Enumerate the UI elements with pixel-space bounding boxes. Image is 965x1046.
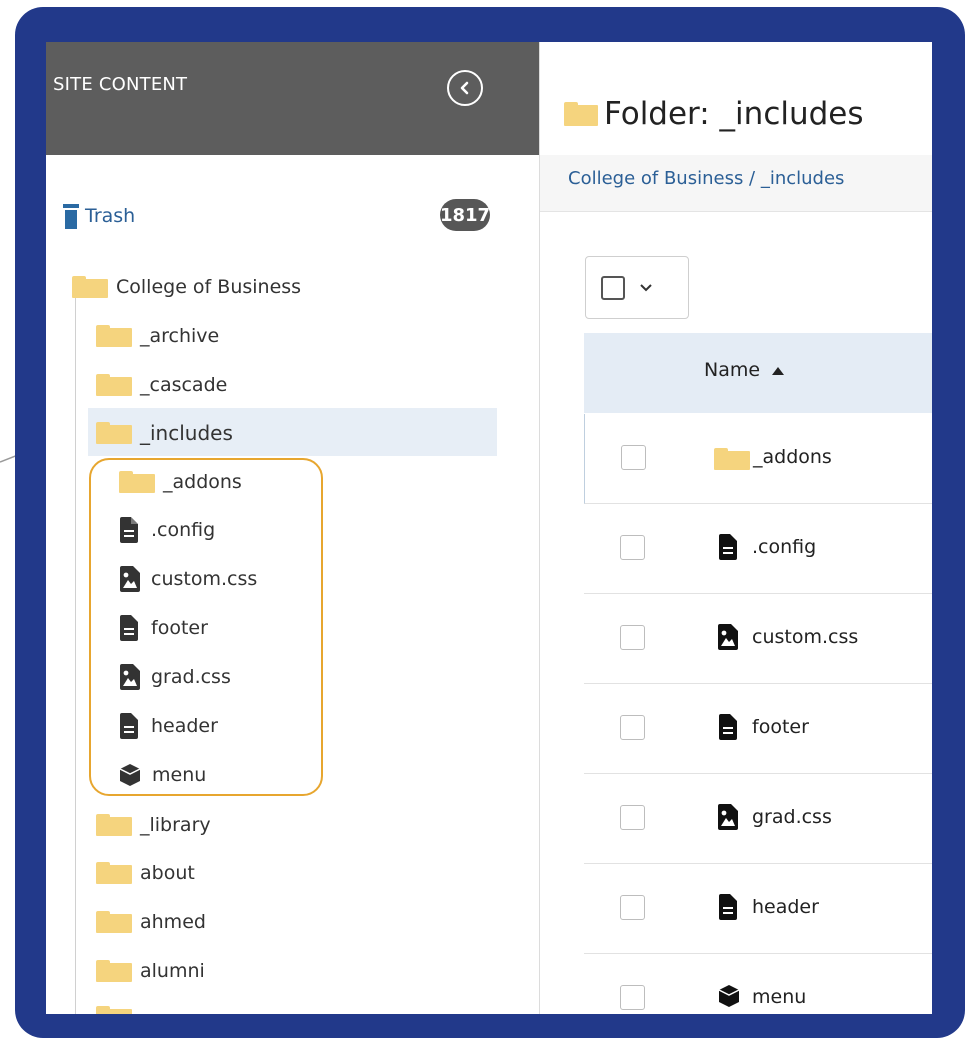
image-file-icon <box>718 804 738 830</box>
sidebar-item-label: _archive <box>140 325 220 347</box>
sidebar-item-label: Trash <box>85 205 136 227</box>
sidebar-item-archive[interactable]: _archive <box>96 323 219 349</box>
sidebar-item-label: _includes <box>140 421 233 445</box>
bulk-select-dropdown[interactable] <box>585 256 689 319</box>
page-title: Folder: _includes <box>564 96 864 132</box>
sidebar-header: SITE CONTENT <box>46 42 539 155</box>
table-header: Name <box>584 333 932 413</box>
breadcrumb[interactable]: College of Business / _includes <box>568 168 844 189</box>
table-row[interactable]: custom.css <box>584 594 932 684</box>
row-name[interactable]: menu <box>752 986 806 1008</box>
image-file-icon <box>120 664 140 690</box>
sidebar-item-config[interactable]: .config <box>119 517 215 543</box>
row-checkbox[interactable] <box>620 535 645 560</box>
file-icon <box>719 534 737 560</box>
folder-icon <box>714 448 750 470</box>
row-checkbox[interactable] <box>620 895 645 920</box>
sidebar-item-ahmed[interactable]: ahmed <box>96 909 206 935</box>
sidebar-item-label: header <box>151 715 218 737</box>
file-icon <box>719 714 737 740</box>
row-name[interactable]: _addons <box>753 446 832 468</box>
folder-icon <box>96 374 132 396</box>
folder-icon <box>96 814 132 836</box>
sort-ascending-icon[interactable] <box>771 366 785 376</box>
main-content: Folder: _includes College of Business / … <box>540 42 932 1014</box>
sidebar-item-library[interactable]: _library <box>96 812 211 838</box>
image-file-icon <box>120 566 140 592</box>
sidebar-item-label: footer <box>151 617 208 639</box>
table-row[interactable]: header <box>584 864 932 954</box>
column-header-name[interactable]: Name <box>704 359 760 381</box>
row-name[interactable]: .config <box>752 536 816 558</box>
row-name[interactable]: custom.css <box>752 626 858 648</box>
sidebar-item-label: _cascade <box>140 374 228 396</box>
sidebar-item-label: about <box>140 862 195 884</box>
row-checkbox[interactable] <box>620 985 645 1010</box>
folder-icon <box>119 471 155 493</box>
sidebar-item-label: grad.css <box>151 666 231 688</box>
sidebar-item-partial[interactable] <box>96 1004 132 1014</box>
sidebar-item-cascade[interactable]: _cascade <box>96 372 227 398</box>
sidebar-item-footer[interactable]: footer <box>119 615 208 641</box>
row-checkbox[interactable] <box>620 715 645 740</box>
row-checkbox[interactable] <box>620 625 645 650</box>
row-name[interactable]: header <box>752 896 819 918</box>
folder-icon <box>96 862 132 884</box>
folder-icon <box>96 1006 132 1014</box>
site-content-sidebar: SITE CONTENT Trash 1817 College of Busin… <box>46 42 540 1014</box>
sidebar-item-college-of-business[interactable]: College of Business <box>72 274 301 300</box>
sidebar-item-menu[interactable]: menu <box>118 762 206 788</box>
sidebar-item-grad-css[interactable]: grad.css <box>119 664 231 690</box>
sidebar-item-trash[interactable]: Trash <box>63 203 135 229</box>
sidebar-item-label: _library <box>140 814 211 836</box>
table-row[interactable]: menu <box>584 954 932 1014</box>
sidebar-title: SITE CONTENT <box>53 74 188 95</box>
sidebar-item-label: .config <box>151 519 216 541</box>
block-icon <box>718 985 740 1007</box>
row-checkbox[interactable] <box>621 445 646 470</box>
table-row[interactable]: .config <box>584 504 932 594</box>
folder-icon <box>96 911 132 933</box>
collapse-sidebar-button[interactable] <box>447 70 483 106</box>
sidebar-item-includes[interactable]: _includes <box>96 420 233 446</box>
folder-icon <box>96 325 132 347</box>
table-row[interactable]: _addons <box>584 414 932 504</box>
sidebar-item-custom-css[interactable]: custom.css <box>119 566 257 592</box>
sidebar-item-label: _addons <box>163 471 242 493</box>
folder-icon <box>96 960 132 982</box>
row-name[interactable]: footer <box>752 716 809 738</box>
row-name[interactable]: grad.css <box>752 806 832 828</box>
sidebar-item-about[interactable]: about <box>96 860 195 886</box>
sidebar-item-label: alumni <box>140 960 205 982</box>
file-icon <box>719 894 737 920</box>
trash-icon <box>63 203 79 229</box>
sidebar-item-addons[interactable]: _addons <box>119 469 242 495</box>
sidebar-item-label: ahmed <box>140 911 206 933</box>
file-icon <box>120 517 138 543</box>
chevron-down-icon <box>640 283 652 291</box>
file-icon <box>120 615 138 641</box>
sidebar-item-alumni[interactable]: alumni <box>96 958 205 984</box>
sidebar-item-label: College of Business <box>116 276 302 298</box>
sidebar-item-header[interactable]: header <box>119 713 218 739</box>
row-checkbox[interactable] <box>620 805 645 830</box>
sidebar-item-label: menu <box>152 764 207 786</box>
folder-icon <box>72 276 108 298</box>
folder-icon <box>564 102 598 126</box>
select-all-checkbox[interactable] <box>601 275 625 300</box>
sidebar-item-label: custom.css <box>151 568 258 590</box>
image-file-icon <box>718 624 738 650</box>
block-icon <box>119 764 141 786</box>
trash-count-badge: 1817 <box>440 199 490 231</box>
table-row[interactable]: grad.css <box>584 774 932 864</box>
folder-icon <box>96 422 132 444</box>
chevron-left-icon <box>460 81 469 95</box>
page-title-text: Folder: _includes <box>604 96 864 132</box>
cms-window: SITE CONTENT Trash 1817 College of Busin… <box>46 42 932 1014</box>
table-row[interactable]: footer <box>584 684 932 774</box>
tree-guide-line <box>75 294 76 1014</box>
file-icon <box>120 713 138 739</box>
